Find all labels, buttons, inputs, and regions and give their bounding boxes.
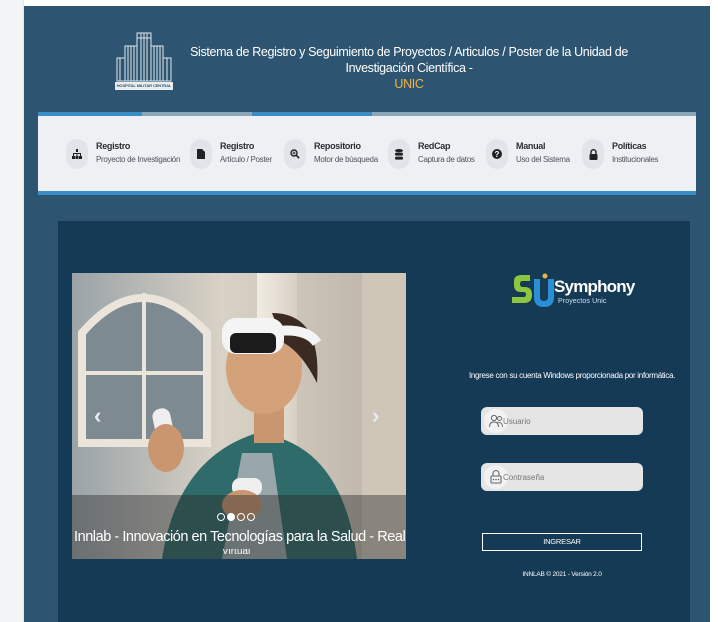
brand-name: Symphony [554, 277, 635, 296]
nav-item-title: Repositorio [314, 141, 361, 151]
carousel-caption-overflow: Virtual [222, 549, 251, 555]
symphony-logo-mark-icon [512, 273, 554, 307]
search-plus-icon [284, 139, 306, 169]
carousel-caption: Innlab - Innovación en Tecnologías para … [74, 529, 406, 545]
main-nav: Registro Proyecto de Investigación Regis… [38, 116, 696, 191]
main-panel: ‹ › Innlab - Innovación en Tecnologías p… [58, 221, 690, 622]
title-highlight: UNIC [394, 77, 424, 91]
carousel-indicator[interactable] [217, 513, 225, 521]
nav-item-subtitle: Artículo / Poster [220, 155, 272, 164]
nav-item-text: Registro Proyecto de Investigación [96, 141, 180, 166]
nav-item-registro-articulo[interactable]: Registro Artículo / Poster [190, 135, 280, 175]
version-footer: INNLAB © 2021 - Versión 2.0 [522, 571, 602, 578]
nav-item-title: Registro [220, 141, 255, 151]
nav-item-politicas[interactable]: Políticas Institucionales [582, 135, 682, 175]
nav-item-subtitle: Captura de datos [418, 155, 475, 164]
page-title: Sistema de Registro y Seguimiento de Pro… [174, 44, 644, 92]
question-circle-icon: ? [486, 139, 508, 169]
logo-caption: HOSPITAL MILITAR CENTRAL [115, 82, 173, 90]
lock-icon [582, 139, 604, 169]
nav-item-subtitle: Proyecto de Investigación [96, 155, 181, 164]
username-field [481, 407, 643, 435]
carousel-indicator-active[interactable] [227, 513, 235, 521]
carousel-next-button[interactable]: › [372, 405, 379, 427]
nav-item-subtitle: Motor de búsqueda [314, 155, 378, 164]
nav-item-text: Políticas Institucionales [612, 141, 659, 166]
file-icon [190, 139, 212, 169]
nav-item-text: Repositorio Motor de búsqueda [314, 141, 378, 166]
hospital-logo: HOSPITAL MILITAR CENTRAL [115, 30, 173, 90]
nav-item-text: RedCap Captura de datos [418, 141, 475, 166]
nav-bottom-border [38, 191, 696, 195]
nav-item-redcap[interactable]: RedCap Captura de datos [388, 135, 478, 175]
nav-item-manual[interactable]: ? Manual Uso del Sistema [486, 135, 576, 175]
carousel-indicators [217, 513, 255, 523]
nav-item-title: RedCap [418, 141, 451, 151]
nav-item-subtitle: Uso del Sistema [516, 155, 570, 164]
nav-item-title: Políticas [612, 141, 647, 151]
nav-item-title: Registro [96, 141, 131, 151]
database-icon [388, 139, 410, 169]
nav-item-registro-proyecto[interactable]: Registro Proyecto de Investigación [66, 135, 180, 175]
svg-text:?: ? [495, 150, 500, 159]
symphony-logo: Symphony Proyectos Unic [510, 273, 635, 313]
login-button[interactable]: INGRESAR [482, 533, 642, 551]
login-instructions: Ingrese con su cuenta Windows proporcion… [468, 371, 676, 380]
username-input[interactable] [503, 411, 637, 431]
carousel-indicator[interactable] [247, 513, 255, 521]
image-carousel[interactable]: ‹ › Innlab - Innovación en Tecnologías p… [72, 273, 406, 559]
password-input[interactable] [503, 467, 637, 487]
password-field [481, 463, 643, 491]
header: HOSPITAL MILITAR CENTRAL Sistema de Regi… [24, 6, 710, 106]
app-window: HOSPITAL MILITAR CENTRAL Sistema de Regi… [24, 6, 710, 622]
carousel-indicator[interactable] [237, 513, 245, 521]
nav-item-repositorio[interactable]: Repositorio Motor de búsqueda [284, 135, 384, 175]
sitemap-icon [66, 139, 88, 169]
nav-item-title: Manual [516, 141, 546, 151]
title-text: Sistema de Registro y Seguimiento de Pro… [190, 45, 628, 75]
nav-item-subtitle: Institucionales [612, 155, 659, 164]
carousel-prev-button[interactable]: ‹ [94, 405, 101, 427]
brand-subtitle: Proyectos Unic [558, 298, 607, 305]
nav-item-text: Registro Artículo / Poster [220, 141, 272, 166]
left-gutter [0, 0, 24, 622]
nav-item-text: Manual Uso del Sistema [516, 141, 570, 166]
building-icon [116, 32, 172, 82]
